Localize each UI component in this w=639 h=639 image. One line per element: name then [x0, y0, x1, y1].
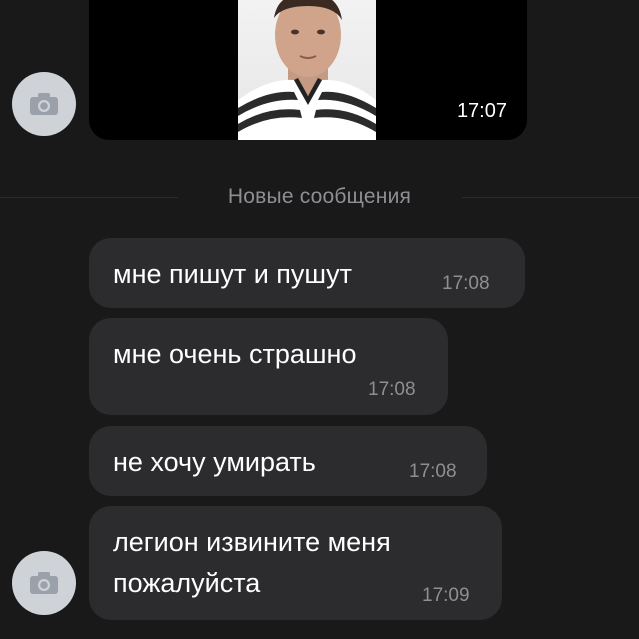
photo-message[interactable]: 17:07 [89, 0, 527, 140]
photo-image[interactable] [238, 0, 376, 140]
message-bubble[interactable]: не хочу умирать 17:08 [89, 426, 487, 496]
message-text: легион извините меня [113, 527, 391, 557]
message-text: не хочу умирать [113, 447, 316, 477]
new-messages-divider: Новые сообщения [0, 185, 639, 209]
sender-avatar[interactable] [12, 72, 76, 136]
sender-avatar[interactable] [12, 551, 76, 615]
divider-line [462, 197, 639, 198]
message-text: пожалуйста [113, 568, 261, 598]
message-timestamp: 17:08 [368, 379, 416, 400]
message-bubble[interactable]: легион извините меня пожалуйста 17:09 [89, 506, 502, 620]
message-bubble[interactable]: мне очень страшно 17:08 [89, 318, 448, 415]
message-text: мне пишут и пушут [113, 259, 352, 289]
message-timestamp: 17:07 [456, 100, 507, 122]
message-bubble[interactable]: мне пишут и пушут 17:08 [89, 238, 525, 308]
camera-icon [29, 92, 59, 116]
message-text: мне очень страшно [113, 339, 357, 369]
message-timestamp: 17:08 [409, 461, 457, 482]
message-timestamp: 17:09 [422, 585, 470, 606]
message-timestamp: 17:08 [442, 273, 490, 294]
camera-icon [29, 571, 59, 595]
